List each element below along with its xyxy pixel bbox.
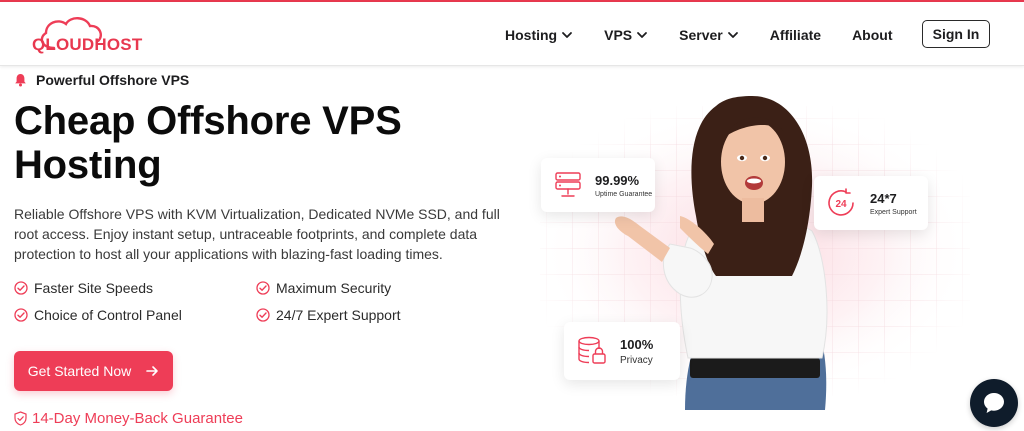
chevron-down-icon (637, 32, 648, 38)
nav-item-hosting[interactable]: Hosting (505, 27, 573, 43)
guarantee-text: 14-Day Money-Back Guarantee (32, 410, 243, 427)
hero-eyebrow: Powerful Offshore VPS (14, 72, 189, 88)
shield-check-icon (14, 411, 27, 426)
feature-label: Faster Site Speeds (34, 280, 154, 296)
uptime-value: 99.99% (595, 172, 640, 188)
chat-bubble-icon (984, 393, 1004, 413)
database-lock-icon (578, 336, 606, 364)
nav-item-label: Server (679, 27, 723, 43)
check-circle-icon (256, 281, 270, 295)
feature-item: Choice of Control Panel (14, 307, 182, 323)
cta-label: Get Started Now (27, 363, 132, 379)
support-value: 24*7 (870, 190, 897, 206)
check-circle-icon (14, 281, 28, 295)
privacy-value: 100% (620, 336, 654, 352)
check-circle-icon (256, 308, 270, 322)
hero-illustration: 99.99% Uptime Guarantee 24 24*7 Expert S… (520, 66, 1024, 431)
support-badge-text: 24 (835, 199, 847, 210)
uptime-card: 99.99% Uptime Guarantee (541, 158, 655, 212)
chevron-down-icon (562, 32, 573, 38)
get-started-button[interactable]: Get Started Now (14, 351, 173, 391)
nav-item-label: Hosting (505, 27, 558, 43)
feature-item: 24/7 Expert Support (256, 307, 401, 323)
sign-in-button[interactable]: Sign In (922, 20, 990, 48)
server-icon (555, 172, 581, 197)
site-header: QLOUDHOST Hosting VPS Server Affiliate A… (0, 2, 1024, 66)
nav-item-label: Affiliate (769, 27, 822, 43)
feature-label: Maximum Security (276, 280, 392, 296)
feature-item: Faster Site Speeds (14, 280, 153, 296)
24-hours-icon: 24 (828, 188, 854, 216)
chevron-down-icon (727, 32, 738, 38)
main-nav: Hosting VPS Server Affiliate About (505, 23, 924, 47)
privacy-label: Privacy (620, 354, 653, 366)
chat-widget-button[interactable] (970, 379, 1018, 427)
check-circle-icon (14, 308, 28, 322)
arrow-right-icon (146, 366, 159, 376)
page-title: Cheap Offshore VPS Hosting (14, 99, 402, 187)
logo-text: QLOUDHOST (32, 35, 143, 54)
support-card: 24 24*7 Expert Support (814, 176, 928, 230)
nav-item-label: About (852, 27, 893, 43)
nav-item-about[interactable]: About (852, 27, 892, 43)
feature-item: Maximum Security (256, 280, 391, 296)
nav-item-label: VPS (604, 27, 633, 43)
feature-label: Choice of Control Panel (34, 307, 182, 323)
uptime-label: Uptime Guarantee (595, 190, 653, 198)
privacy-card: 100% Privacy (564, 322, 680, 380)
feature-label: 24/7 Expert Support (276, 307, 401, 323)
money-back-guarantee: 14-Day Money-Back Guarantee (14, 410, 243, 427)
bell-icon (15, 74, 26, 87)
support-label: Expert Support (870, 208, 917, 216)
eyebrow-text: Powerful Offshore VPS (36, 72, 190, 88)
hero-description: Reliable Offshore VPS with KVM Virtualiz… (14, 206, 500, 262)
logo[interactable]: QLOUDHOST (28, 12, 148, 58)
nav-item-affiliate[interactable]: Affiliate (770, 27, 821, 43)
nav-item-server[interactable]: Server (679, 27, 739, 43)
nav-item-vps[interactable]: VPS (604, 27, 648, 43)
